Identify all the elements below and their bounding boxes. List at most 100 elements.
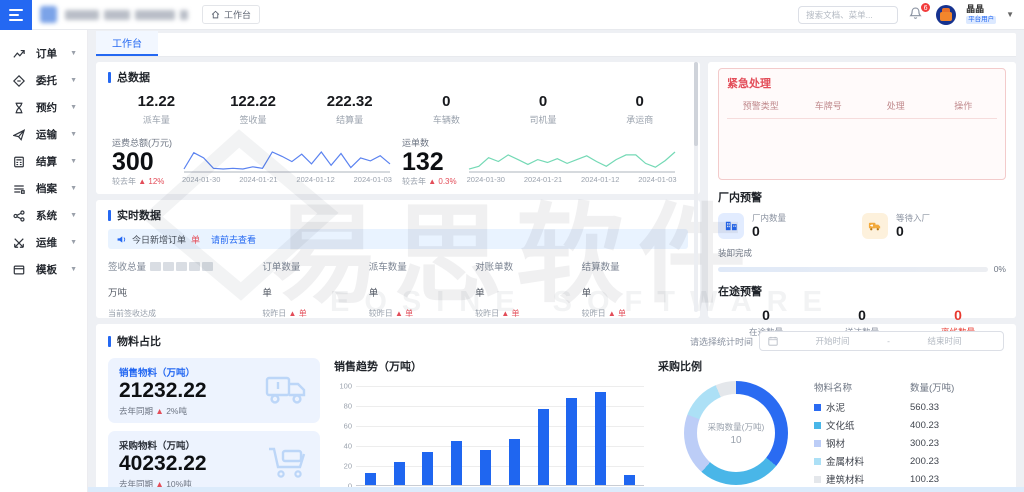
stat-drivers: 0司机量 [495, 93, 592, 126]
chevron-down-icon[interactable]: ▼ [1006, 10, 1014, 19]
chevron-down-icon: ▼ [70, 158, 77, 165]
go-view-link[interactable]: 请前去查看 [211, 233, 256, 246]
urgent-title: 紧急处理 [727, 75, 997, 91]
tab-workbench[interactable]: 工作台 [96, 31, 158, 56]
sidebar-item-reservation[interactable]: 预约▼ [0, 94, 87, 121]
tab-strip: 工作台 [96, 33, 1016, 57]
factory-warning-title: 厂内预警 [718, 189, 1006, 205]
donut-center-value: 10 [730, 435, 741, 446]
nodes-icon [13, 210, 25, 222]
hourglass-icon [13, 102, 25, 114]
legend-row: 文化纸400.23 [814, 418, 954, 432]
speaker-icon [116, 234, 127, 245]
panel-title: 实时数据 [117, 207, 161, 223]
bar-column [529, 386, 558, 485]
waybill-sparkline: 2024-01-302024-01-212024-01-122024-01-03 [467, 148, 677, 184]
sales-material-card: 销售物料（万吨） 21232.22 去年同期 ▲ 2%吨 [108, 358, 320, 423]
bar [538, 409, 549, 485]
unloading-progress-value: 0% [994, 264, 1006, 274]
waybill-trend: 运单数 132 较去年 ▲ 0.3% 2024-01-302024-01-212… [398, 136, 688, 187]
filter-label: 请选择统计时间 [690, 335, 753, 348]
urgent-table-headers: 预警类型车牌号处理操作 [727, 99, 997, 119]
bar-column [471, 386, 500, 485]
top-bar: 工作台 6 晶晶 平台用户 ▼ [0, 0, 1024, 30]
bar [422, 452, 433, 485]
date-separator: - [887, 336, 890, 346]
chevron-down-icon: ▼ [70, 266, 77, 273]
notification-bell-button[interactable]: 6 [908, 6, 926, 24]
y-tick-label: 40 [344, 442, 352, 451]
user-menu[interactable]: 晶晶 平台用户 [966, 5, 996, 23]
bar [394, 462, 405, 485]
legend-swatch [814, 440, 821, 447]
chevron-down-icon: ▼ [70, 185, 77, 192]
arrows-icon [13, 237, 25, 249]
purchase-material-card: 采购物料（万吨） 40232.22 去年同期 ▲ 10%吨 [108, 431, 320, 492]
bottom-strip [88, 487, 1024, 492]
breadcrumb[interactable]: 工作台 [202, 5, 260, 24]
bar [365, 473, 376, 485]
sidebar-item-template[interactable]: 模板▼ [0, 256, 87, 283]
archive-list-icon [13, 183, 25, 195]
bar-column [414, 386, 443, 485]
chart-title: 采购比例 [658, 358, 1004, 374]
sidebar-item-transport[interactable]: 运输▼ [0, 121, 87, 148]
realtime-panel: 实时数据 今日新增订单 单 请前去查看 签收总量 万吨 当前签收达成 订单数量 [96, 200, 700, 318]
paper-plane-icon [13, 129, 25, 141]
rt-col-settlement: 结算数量 单 较昨日 ▲ 单 [582, 259, 688, 319]
truck-icon [264, 372, 308, 406]
bar-column [615, 386, 644, 485]
rt-col-reconciliation: 对账单数 单 较昨日 ▲ 单 [475, 259, 581, 319]
sidebar-item-orders[interactable]: 订单▼ [0, 40, 87, 67]
overview-stats: 12.22派车量 122.22签收量 222.32结算量 0车辆数 0司机量 0… [108, 93, 688, 126]
sidebar-item-settlement[interactable]: 结算▼ [0, 148, 87, 175]
chevron-down-icon: ▼ [70, 50, 77, 57]
legend-swatch [814, 404, 821, 411]
notice-bar: 今日新增订单 单 请前去查看 [108, 229, 688, 249]
redacted-value [150, 262, 213, 271]
y-axis-labels: 100806040200 [334, 386, 356, 486]
bar-column [356, 386, 385, 485]
end-date-placeholder[interactable]: 结束时间 [894, 335, 995, 347]
waiting-entry-stat: 等待入厂0 [862, 212, 1006, 239]
hamburger-menu-button[interactable] [0, 0, 32, 30]
freight-sparkline: 2024-01-302024-01-212024-01-122024-01-03 [182, 148, 392, 184]
search-input[interactable] [798, 6, 898, 24]
avatar[interactable] [936, 5, 956, 25]
building-icon [724, 218, 739, 233]
freight-trend: 运费总额(万元) 300 较去年 ▲ 12% 2024-01-302024-01… [108, 136, 398, 187]
bar [595, 392, 606, 485]
stat-vehicles: 0车辆数 [398, 93, 495, 126]
bar [624, 475, 635, 485]
materials-panel: 物料占比 请选择统计时间 开始时间 - 结束时间 销售物料（万吨） 21232.… [96, 324, 1016, 492]
scrollbar-thumb[interactable] [694, 62, 698, 146]
sidebar-item-archive[interactable]: 档案▼ [0, 175, 87, 202]
sidebar-item-operations[interactable]: 运维▼ [0, 229, 87, 256]
donut-legend: 物料名称 数量(万吨) 水泥560.33文化纸400.23钢材300.23金属材… [814, 380, 954, 486]
y-tick-label: 100 [339, 382, 352, 391]
truck-entry-icon [867, 218, 883, 233]
bar [566, 398, 577, 485]
chevron-down-icon: ▼ [70, 77, 77, 84]
panel-title: 物料占比 [117, 333, 161, 349]
unloading-progress-bar [718, 267, 988, 272]
notification-badge: 6 [920, 2, 931, 13]
donut-chart: 采购数量(万吨) 10 [684, 381, 788, 485]
legend-row: 钢材300.23 [814, 436, 954, 450]
bar-plot-area [356, 386, 644, 486]
bar-column [500, 386, 529, 485]
cart-icon [266, 445, 308, 481]
panel-title: 总数据 [117, 69, 150, 85]
sidebar-item-delegation[interactable]: 委托▼ [0, 67, 87, 94]
donut-center-label: 采购数量(万吨) [708, 421, 765, 433]
legend-row: 水泥560.33 [814, 400, 954, 414]
chevron-down-icon: ▼ [70, 212, 77, 219]
start-date-placeholder[interactable]: 开始时间 [782, 335, 883, 347]
rt-col-dispatch: 派车数量 单 较昨日 ▲ 单 [369, 259, 475, 319]
app-title-redacted [65, 10, 188, 20]
unloading-progress-label: 装卸完成 [718, 247, 1006, 259]
rt-col-signed-total: 签收总量 万吨 当前签收达成 [108, 259, 262, 319]
date-range-picker[interactable]: 开始时间 - 结束时间 [759, 331, 1004, 351]
sidebar-item-system[interactable]: 系统▼ [0, 202, 87, 229]
template-card-icon [13, 264, 25, 276]
